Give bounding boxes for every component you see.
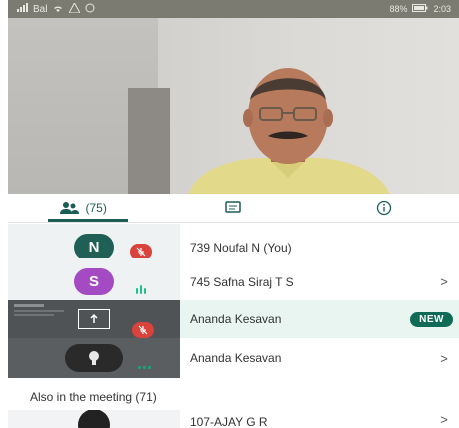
speaker-video — [188, 68, 390, 194]
battery-icon — [412, 4, 428, 14]
meeting-tabs: (75) — [8, 194, 459, 223]
status-right: 88% 2:03 — [389, 4, 451, 14]
status-left-text: Bal — [33, 3, 48, 15]
warning-icon — [68, 1, 82, 16]
video-background-door — [128, 88, 170, 194]
participant-tile — [8, 338, 180, 378]
chevron-right-icon[interactable]: > — [429, 351, 459, 366]
status-left: Bal — [16, 1, 95, 16]
participant-row[interactable]: S 745 Safna Siraj T S > — [8, 258, 459, 305]
avatar: N — [74, 234, 114, 261]
participant-photo — [65, 344, 123, 372]
participant-tile — [8, 300, 180, 338]
participant-row[interactable]: Ananda Kesavan > — [8, 338, 459, 378]
avatar: S — [74, 268, 114, 295]
tab-info[interactable] — [309, 194, 459, 222]
signal-icon — [16, 2, 28, 16]
battery-percent: 88% — [389, 4, 408, 14]
also-in-meeting-header: Also in the meeting (71) — [30, 390, 157, 404]
participant-name: 107-AJAY G R — [190, 415, 268, 428]
participant-count: (75) — [85, 201, 107, 215]
avatar — [78, 410, 110, 428]
participant-row[interactable]: Ananda Kesavan NEW — [8, 300, 459, 338]
chevron-right-icon[interactable]: > — [429, 412, 459, 427]
wifi-icon — [52, 3, 64, 16]
people-icon — [59, 202, 80, 214]
status-bar: Bal 88% 2:03 — [8, 0, 459, 18]
chevron-right-icon[interactable]: > — [429, 274, 459, 289]
speaking-indicator-icon — [136, 285, 146, 294]
info-icon — [376, 200, 392, 216]
mic-muted-icon — [132, 322, 154, 338]
call-icon — [85, 3, 95, 16]
participant-tile — [8, 410, 180, 428]
chat-icon — [225, 201, 242, 215]
participant-name: 745 Safna Siraj T S — [190, 274, 294, 289]
clock: 2:03 — [433, 4, 451, 14]
tab-chat[interactable] — [158, 194, 308, 222]
new-badge: NEW — [410, 311, 453, 327]
video-feed[interactable] — [8, 18, 459, 194]
participant-name: Ananda Kesavan — [190, 312, 282, 326]
screen-preview — [14, 304, 84, 318]
participant-name: Ananda Kesavan — [190, 351, 282, 365]
participant-tile: S — [8, 258, 180, 305]
speaking-indicator-icon — [138, 366, 151, 369]
participant-name: 739 Noufal N (You) — [190, 240, 292, 255]
tab-participants[interactable]: (75) — [8, 194, 158, 222]
participant-row[interactable]: 107-AJAY G R > — [8, 410, 459, 428]
